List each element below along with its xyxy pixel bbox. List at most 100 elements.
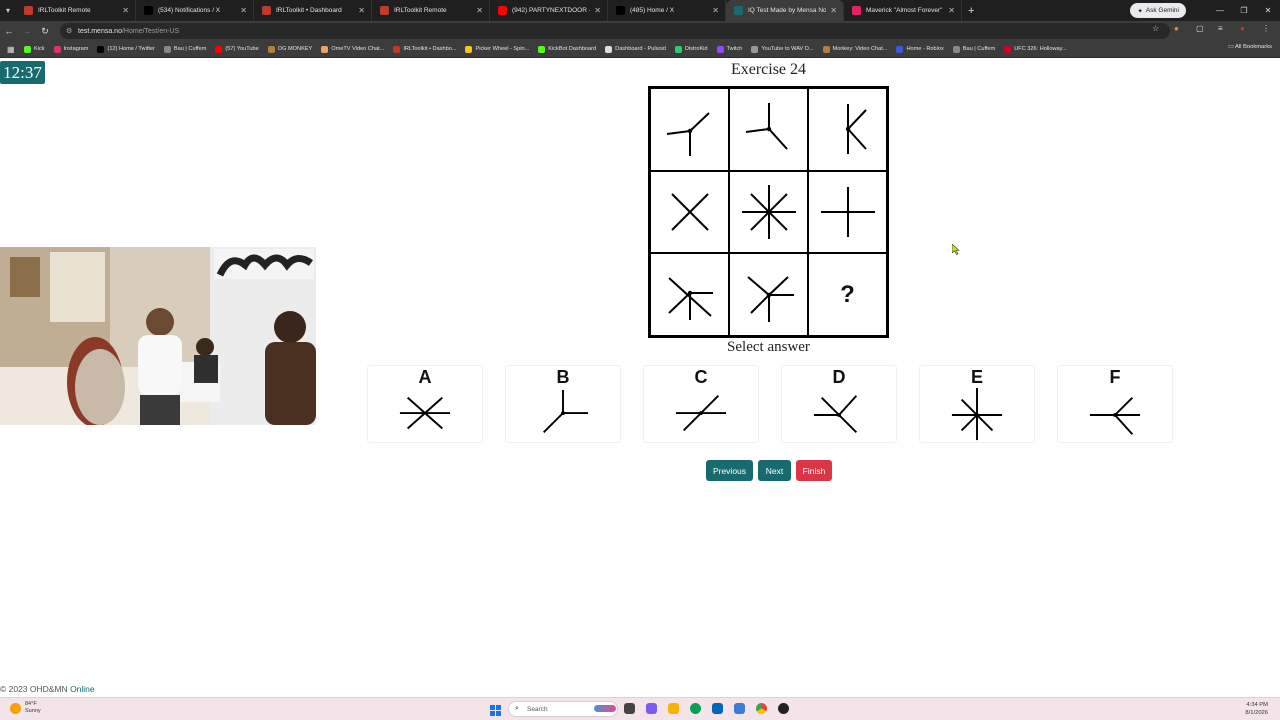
question-mark: ? (840, 280, 855, 308)
bookmark-favicon-icon (605, 45, 613, 53)
browser-tab[interactable]: (942) PARTYNEXTDOOR - Only ✕ (490, 0, 608, 21)
puzzle-cell-1-2 (729, 88, 808, 171)
close-tab-icon[interactable]: ✕ (476, 6, 483, 15)
finish-button[interactable]: Finish (796, 460, 832, 481)
answer-option-d[interactable]: D (781, 365, 897, 443)
tab-favicon-icon (24, 6, 33, 15)
bookmark-favicon-icon (674, 45, 682, 53)
bookmark-item[interactable]: DistroKid (674, 45, 708, 53)
answer-letter: A (418, 367, 432, 387)
folder-icon: ▭ (1228, 44, 1235, 50)
bookmark-item[interactable]: OG MONKEY (267, 45, 313, 53)
bookmark-label: OG MONKEY (277, 46, 313, 52)
tab-favicon-icon (144, 6, 153, 15)
bookmark-favicon-icon (97, 45, 105, 53)
bookmark-item[interactable]: Kick (24, 45, 45, 53)
bookmark-item[interactable]: Bau | Cuffem (163, 45, 206, 53)
chrome-icon[interactable] (756, 703, 767, 714)
menu-kebab-icon[interactable]: ⋮ (1262, 25, 1270, 33)
bookmark-item[interactable]: Bau | Cuffem (952, 45, 996, 53)
answer-option-a[interactable]: A (367, 365, 483, 443)
bookmark-label: Bau | Cuffem (962, 46, 996, 52)
file-explorer-icon[interactable] (668, 703, 679, 714)
footer-copyright: © 2023 OHD&MN Online (0, 684, 95, 694)
bookmark-label: (57) YouTube (225, 46, 259, 52)
all-bookmarks-button[interactable]: ▭ All Bookmarks (1228, 44, 1272, 50)
close-tab-icon[interactable]: ✕ (830, 6, 837, 15)
weather-widget[interactable]: 84°F Sunny (10, 701, 41, 715)
browser-toolbar: ← → ↻ ⚙ test.mensa.no/Home/Test/en-US ☆ … (0, 21, 1280, 41)
puzzle-cell-3-1 (650, 253, 729, 336)
bookmark-item[interactable]: (12) Home / Twitter (97, 45, 155, 53)
system-clock[interactable]: 4:34 PM 8/1/2026 (1245, 701, 1268, 717)
close-tab-icon[interactable]: ✕ (594, 6, 601, 15)
address-bar[interactable]: ⚙ test.mensa.no/Home/Test/en-US (60, 23, 1170, 39)
new-tab-icon[interactable]: + (968, 5, 974, 17)
close-tab-icon[interactable]: ✕ (358, 6, 365, 15)
reload-icon[interactable]: ↻ (36, 26, 54, 37)
bookmark-item[interactable]: Picker Wheel - Spin... (465, 45, 529, 53)
apps-grid-icon[interactable]: ▦ (7, 45, 15, 54)
answer-option-e[interactable]: E (919, 365, 1035, 443)
close-tab-icon[interactable]: ✕ (122, 6, 129, 15)
answer-option-b[interactable]: B (505, 365, 621, 443)
bookmark-item[interactable]: Twitch (716, 45, 742, 53)
close-tab-icon[interactable]: ✕ (240, 6, 247, 15)
lines-figure-icon (670, 193, 709, 231)
tab-search-icon[interactable]: ▾ (0, 0, 16, 21)
bookmark-star-icon[interactable]: ☆ (1152, 25, 1160, 33)
bookmark-item[interactable]: Dashboard - Pulsoid (605, 45, 666, 53)
browser-tab[interactable]: Maverick "Almost Forever" EP ✕ (844, 0, 962, 21)
answer-option-c[interactable]: C (643, 365, 759, 443)
browser-tab[interactable]: IRLToolkit Remote ✕ (372, 0, 490, 21)
maximize-icon[interactable]: ❐ (1232, 0, 1256, 21)
tab-title: IRLToolkit • Dashboard (276, 7, 342, 14)
screen: ▾ IRLToolkit Remote ✕ (534) Notifications … (0, 0, 1280, 720)
bookmark-favicon-icon (896, 45, 904, 53)
bookmark-item[interactable]: OmeTV Video Chat... (321, 45, 384, 53)
minimize-icon[interactable]: — (1208, 0, 1232, 21)
bookmark-label: Dashboard - Pulsoid (615, 46, 666, 52)
bookmark-item[interactable]: UFC 326: Holloway... (1004, 45, 1067, 53)
close-window-icon[interactable]: ✕ (1256, 0, 1280, 21)
bookmark-item[interactable]: IRLToolkit • Dashbo... (393, 45, 456, 53)
windows-start-icon[interactable] (490, 703, 501, 720)
previous-button[interactable]: Previous (706, 460, 753, 481)
copilot-icon[interactable] (646, 703, 657, 714)
bookmark-favicon-icon (465, 45, 473, 53)
bookmark-favicon-icon (215, 45, 223, 53)
lines-figure-icon (820, 186, 875, 237)
extensions-puzzle-icon[interactable]: ▢ (1196, 25, 1204, 33)
app-icon[interactable] (778, 703, 789, 714)
browser-tab[interactable]: IQ Test Made by Mensa Norwa✕ (726, 0, 844, 21)
browser-tab[interactable]: IRLToolkit Remote ✕ (16, 0, 136, 21)
bookmark-favicon-icon (1004, 45, 1012, 53)
extension-icon[interactable]: ● (1174, 25, 1182, 33)
task-view-icon[interactable] (624, 703, 635, 714)
browser-tab[interactable]: IRLToolkit • Dashboard ✕ (254, 0, 372, 21)
browser-tab[interactable]: (534) Notifications / X ✕ (136, 0, 254, 21)
cast-icon[interactable]: ≡ (1218, 25, 1226, 33)
bookmark-item[interactable]: Home - Roblox (896, 45, 944, 53)
bookmark-item[interactable]: YouTube to WAV D... (751, 45, 814, 53)
close-tab-icon[interactable]: ✕ (948, 6, 955, 15)
forward-icon[interactable]: → (18, 26, 36, 36)
browser-tab[interactable]: (485) Home / X ✕ (608, 0, 726, 21)
ask-gemini-button[interactable]: ✦ Ask Gemini (1130, 3, 1186, 18)
answer-option-f[interactable]: F (1057, 365, 1173, 443)
bookmark-item[interactable]: Monkey: Video Chat... (822, 45, 887, 53)
next-button[interactable]: Next (758, 460, 791, 481)
close-tab-icon[interactable]: ✕ (712, 6, 719, 15)
store-icon[interactable] (712, 703, 723, 714)
bookmark-item[interactable]: KickBot Dashboard (538, 45, 596, 53)
puzzle-cell-2-3 (808, 170, 887, 254)
bookmark-label: Instagram (63, 46, 89, 52)
bookmark-item[interactable]: Instagram (53, 45, 89, 53)
back-icon[interactable]: ← (0, 26, 18, 36)
bookmark-item[interactable]: (57) YouTube (215, 45, 259, 53)
mail-icon[interactable] (734, 703, 745, 714)
edge-browser-icon[interactable] (690, 703, 701, 714)
site-info-icon[interactable]: ⚙ (66, 27, 72, 35)
bookmarks-bar: ▦ Kick Instagram (12) Home / Twitter Bau | … (0, 41, 1280, 58)
profile-avatar-icon[interactable]: ● (1240, 25, 1248, 33)
